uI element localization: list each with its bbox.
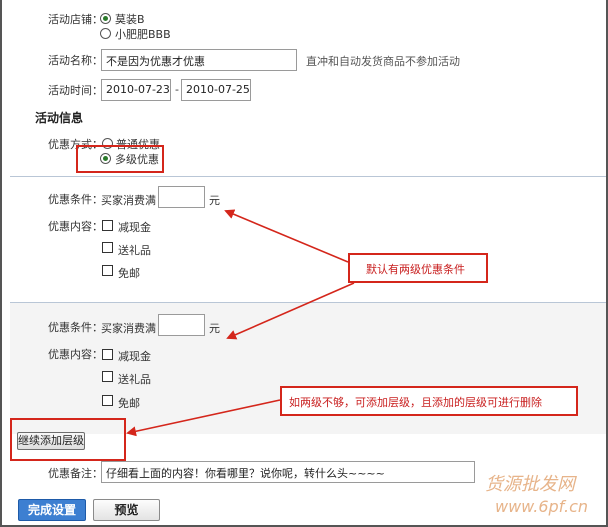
watermark-logo-text: 货源批发网 bbox=[485, 474, 575, 495]
arrow-to-tier-2 bbox=[226, 282, 355, 340]
arrow-to-add-button bbox=[126, 399, 281, 437]
callout-arrows bbox=[126, 209, 355, 437]
watermark-url: www.6pf.cn bbox=[495, 497, 589, 516]
arrow-to-tier-1 bbox=[224, 209, 349, 263]
